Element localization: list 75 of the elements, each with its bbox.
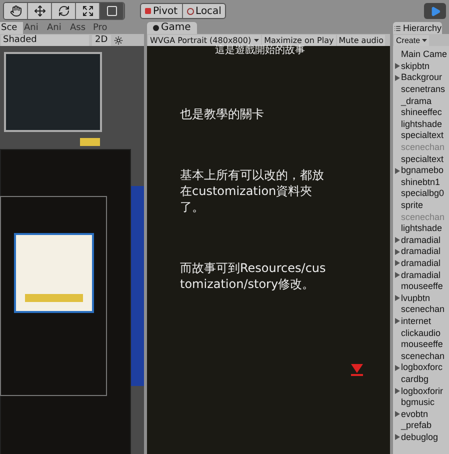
- hierarchy-item[interactable]: logboxforir: [401, 386, 444, 397]
- dropdown-caret-icon: [254, 38, 260, 42]
- story-text: 也是教學的關卡: [180, 106, 265, 122]
- hierarchy-item[interactable]: lightshade: [401, 118, 442, 130]
- story-text: 基本上所有可以改的，都放在customization資料夾了。: [180, 167, 325, 215]
- hierarchy-item[interactable]: shineeffec: [401, 107, 442, 118]
- hierarchy-item[interactable]: evobtn: [401, 408, 428, 420]
- hierarchy-item[interactable]: lightshade: [401, 223, 442, 234]
- hierarchy-item[interactable]: shinebtn1: [401, 176, 440, 188]
- scene-tab[interactable]: Ani: [46, 22, 69, 34]
- next-arrow-icon: [351, 364, 363, 376]
- hierarchy-item[interactable]: dramadial: [401, 246, 441, 258]
- local-button[interactable]: Local: [182, 4, 226, 18]
- hand-icon: [10, 5, 22, 17]
- hierarchy-item[interactable]: dramadial: [401, 270, 441, 281]
- expand-arrow-icon[interactable]: [394, 411, 400, 418]
- move-tool-button[interactable]: [28, 3, 52, 19]
- dropdown-caret-icon: [422, 38, 428, 42]
- 2d-button[interactable]: 2D: [92, 34, 111, 46]
- hierarchy-item[interactable]: internet: [401, 316, 432, 327]
- hierarchy-item[interactable]: logboxforc: [401, 362, 443, 374]
- scene-tab[interactable]: Ass: [69, 22, 92, 34]
- hierarchy-item[interactable]: Main Came: [401, 49, 448, 60]
- hierarchy-item[interactable]: debuglog: [401, 432, 438, 443]
- hierarchy-item[interactable]: cardbg: [401, 374, 429, 385]
- mute-audio-toggle[interactable]: Mute audio: [336, 34, 386, 46]
- hand-tool-button[interactable]: [4, 3, 28, 19]
- hierarchy-item[interactable]: clickaudio: [401, 328, 441, 339]
- hierarchy-tab[interactable]: Hierarchy: [393, 22, 442, 34]
- rotate-icon: [58, 5, 70, 17]
- hierarchy-item[interactable]: Backgrour: [401, 72, 442, 84]
- expand-arrow-icon[interactable]: [394, 364, 400, 371]
- story-caption: 這是遊戲開始的故事: [215, 46, 306, 56]
- hierarchy-item[interactable]: scenetrans: [401, 84, 446, 96]
- scale-icon: [82, 5, 94, 17]
- game-tab[interactable]: Game: [147, 22, 197, 34]
- rect-icon: [106, 5, 118, 17]
- hierarchy-item[interactable]: scenechan: [401, 304, 445, 316]
- expand-arrow-icon[interactable]: [394, 295, 400, 302]
- list-icon: [394, 24, 401, 32]
- play-icon: [430, 6, 440, 16]
- rotate-tool-button[interactable]: [52, 3, 76, 19]
- create-dropdown[interactable]: Create: [394, 34, 430, 46]
- hierarchy-item[interactable]: sprite: [401, 200, 424, 212]
- hierarchy-item[interactable]: _prefab: [401, 420, 432, 432]
- lighting-icon: [114, 36, 123, 44]
- hierarchy-item[interactable]: _drama: [401, 96, 432, 107]
- hierarchy-item[interactable]: mouseeffe: [401, 339, 443, 350]
- hierarchy-item[interactable]: specialbg0: [401, 188, 444, 200]
- scene-tab[interactable]: Sce: [0, 22, 23, 34]
- move-icon: [34, 5, 46, 17]
- scene-tab[interactable]: Pro: [92, 22, 115, 34]
- expand-arrow-icon[interactable]: [394, 168, 400, 174]
- story-text: 而故事可到Resources/customization/story修改。: [180, 260, 326, 292]
- expand-arrow-icon[interactable]: [394, 434, 400, 440]
- hierarchy-item[interactable]: scenechan: [401, 350, 445, 362]
- hierarchy-item[interactable]: skipbtn: [401, 60, 430, 72]
- hierarchy-item[interactable]: mouseeffe: [401, 281, 443, 292]
- pivot-button[interactable]: Pivot: [141, 4, 183, 18]
- hierarchy-item[interactable]: bgnamebo: [401, 165, 444, 176]
- shading-dropdown[interactable]: Shaded: [1, 34, 89, 46]
- hierarchy-item[interactable]: specialtext: [401, 154, 444, 165]
- hierarchy-item[interactable]: specialtext: [401, 130, 444, 142]
- rect-tool-button[interactable]: [100, 3, 124, 19]
- resolution-dropdown[interactable]: WVGA Portrait (480x800): [148, 34, 262, 46]
- hierarchy-item[interactable]: bgmusic: [401, 397, 435, 408]
- hierarchy-item[interactable]: dramadial: [401, 234, 441, 246]
- scale-tool-button[interactable]: [76, 3, 100, 19]
- hierarchy-item[interactable]: lvupbtn: [401, 292, 430, 304]
- scene-tab[interactable]: Ani: [23, 22, 46, 34]
- play-button[interactable]: [424, 3, 446, 19]
- expand-arrow-icon[interactable]: [394, 388, 400, 394]
- expand-arrow-icon[interactable]: [394, 318, 400, 324]
- hierarchy-item[interactable]: dramadial: [401, 258, 441, 269]
- maximize-on-play-toggle[interactable]: Maximize on Play: [262, 34, 336, 46]
